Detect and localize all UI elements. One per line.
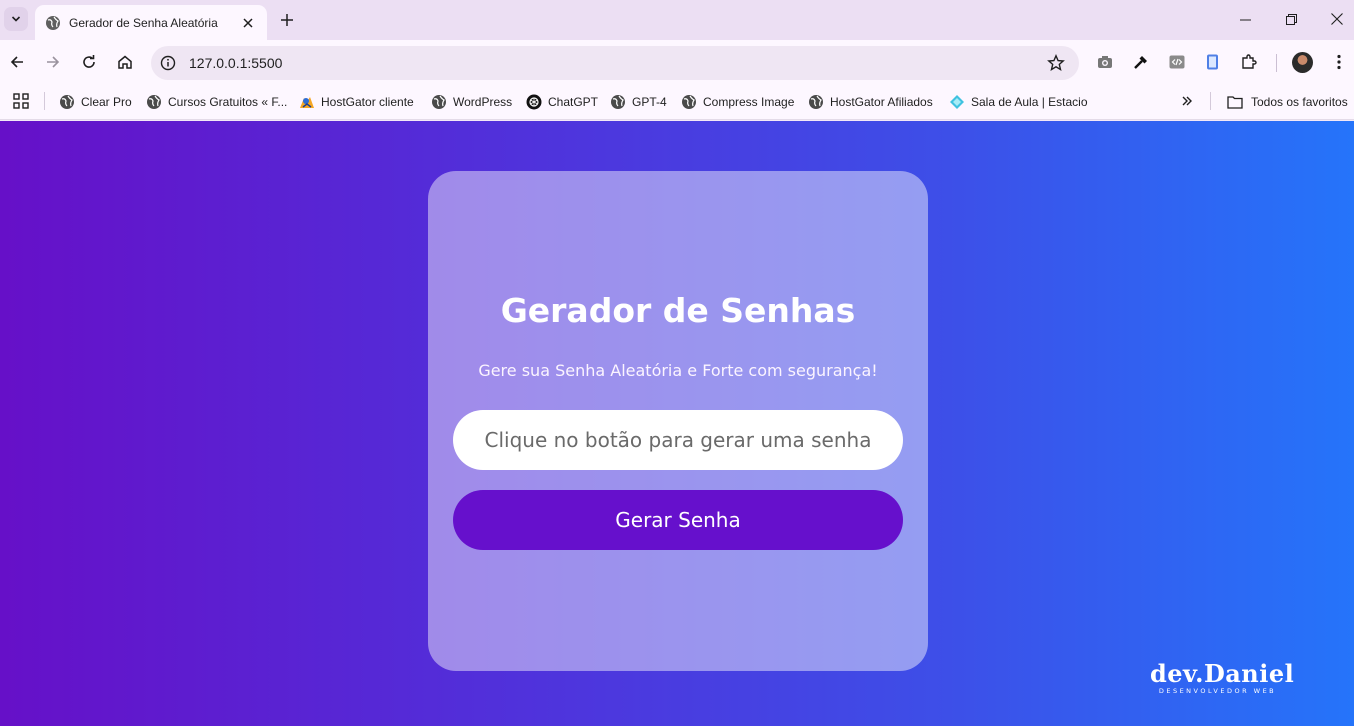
camera-icon [1098, 56, 1112, 68]
tab-strip: Gerador de Senha Aleatória [0, 0, 1354, 40]
globe-icon [60, 95, 74, 109]
screenshot-extension-button[interactable] [1093, 50, 1117, 74]
page-title: Gerador de Senhas [500, 291, 856, 330]
hostgator-icon [300, 97, 314, 108]
globe-icon [682, 95, 696, 109]
restore-button[interactable] [1268, 0, 1314, 38]
tab-title: Gerador de Senha Aleatória [69, 15, 218, 30]
kebab-menu-icon [1337, 54, 1341, 70]
bookmark-cursos-gratuitos[interactable]: Cursos Gratuitos « F... [146, 91, 287, 113]
globe-icon [147, 95, 161, 109]
globe-icon [809, 95, 823, 109]
extensions-button[interactable] [1237, 50, 1261, 74]
arrow-left-icon [10, 56, 23, 68]
chatgpt-icon [526, 94, 542, 110]
page-viewport: Gerador de Senhas Gere sua Senha Aleatór… [0, 121, 1354, 726]
tab-active[interactable]: Gerador de Senha Aleatória [35, 5, 267, 40]
address-bar[interactable]: 127.0.0.1:5500 [151, 46, 1079, 80]
info-icon [160, 55, 176, 71]
arrow-right-icon [47, 56, 60, 68]
bookmark-chatgpt[interactable]: ChatGPT [526, 91, 598, 113]
bookmark-wordpress[interactable]: WordPress [431, 91, 512, 113]
bookmark-label: Cursos Gratuitos « F... [168, 95, 288, 109]
bookmarks-divider [44, 92, 45, 110]
site-info-button[interactable] [159, 54, 177, 72]
page-subtitle: Gere sua Senha Aleatória e Forte com seg… [478, 361, 878, 380]
folder-icon [1227, 96, 1243, 109]
generate-password-button[interactable]: Gerar Senha [453, 490, 903, 550]
bookmark-clear-pro[interactable]: Clear Pro [59, 91, 132, 113]
logo-name: dev.Daniel [1150, 659, 1295, 688]
double-chevron-right-icon [1182, 96, 1192, 106]
all-bookmarks-button[interactable]: Todos os favoritos [1227, 91, 1348, 113]
code-icon [1169, 55, 1185, 69]
puzzle-icon [1242, 54, 1257, 69]
bookmark-gpt-4[interactable]: GPT-4 [610, 91, 667, 113]
bookmark-sala-de-aula[interactable]: Sala de Aula | Estacio [949, 91, 1088, 113]
toolbar-divider [1276, 54, 1277, 72]
plus-icon [281, 14, 293, 26]
bookmark-label: ChatGPT [548, 95, 599, 109]
more-bookmarks-button[interactable] [1178, 92, 1196, 110]
home-icon [118, 55, 132, 69]
url-text: 127.0.0.1:5500 [189, 55, 283, 71]
reload-button[interactable] [77, 50, 101, 74]
globe-icon [46, 15, 60, 30]
logo-tagline: DESENVOLVEDOR WEB [1158, 687, 1277, 695]
bookmark-hostgator-afiliados[interactable]: HostGator Afiliados [808, 91, 933, 113]
home-button[interactable] [113, 50, 137, 74]
bookmark-star-icon[interactable] [1047, 54, 1065, 72]
close-icon [1331, 13, 1343, 25]
reload-icon [83, 55, 95, 68]
bookmark-label: HostGator Afiliados [830, 95, 933, 109]
bookmarks-divider [1210, 92, 1211, 110]
tab-search-button[interactable] [4, 7, 28, 31]
minimize-button[interactable] [1222, 0, 1268, 38]
dev-daniel-logo: dev.Daniel DESENVOLVEDOR WEB [1150, 659, 1295, 696]
bookmark-label: Clear Pro [81, 95, 132, 109]
minimize-icon [1239, 19, 1251, 20]
apps-grid-icon[interactable] [12, 92, 30, 110]
phone-icon [1207, 54, 1218, 70]
close-icon [243, 17, 253, 28]
globe-icon [611, 95, 625, 109]
browser-menu-button[interactable] [1327, 50, 1351, 74]
diamond-icon [950, 95, 964, 109]
all-bookmarks-label: Todos os favoritos [1251, 95, 1348, 109]
globe-icon [432, 95, 446, 109]
bookmark-label: HostGator cliente [321, 95, 414, 109]
password-output-field[interactable] [453, 410, 903, 470]
bookmark-compress-image[interactable]: Compress Image [681, 91, 794, 113]
eyedropper-icon [1134, 56, 1147, 69]
new-tab-button[interactable] [276, 9, 298, 31]
close-tab-button[interactable] [239, 14, 257, 32]
bookmark-hostgator-cliente[interactable]: HostGator cliente [299, 91, 414, 113]
devtools-extension-button[interactable] [1165, 50, 1189, 74]
chevron-down-icon [11, 16, 21, 22]
restore-icon [1285, 13, 1297, 25]
password-generator-card: Gerador de Senhas Gere sua Senha Aleatór… [428, 171, 928, 671]
bookmark-label: Compress Image [703, 95, 795, 109]
bookmarks-bar: Clear Pro Cursos Gratuitos « F... HostGa… [0, 84, 1354, 120]
color-picker-extension-button[interactable] [1129, 50, 1153, 74]
profile-avatar[interactable] [1292, 52, 1313, 73]
mobile-view-extension-button[interactable] [1201, 50, 1225, 74]
bookmark-label: WordPress [453, 95, 513, 109]
bookmark-label: GPT-4 [632, 95, 667, 109]
back-button[interactable] [5, 50, 29, 74]
bookmark-label: Sala de Aula | Estacio [971, 95, 1088, 109]
browser-toolbar: 127.0.0.1:5500 [0, 40, 1354, 84]
close-window-button[interactable] [1314, 0, 1354, 38]
forward-button[interactable] [41, 50, 65, 74]
